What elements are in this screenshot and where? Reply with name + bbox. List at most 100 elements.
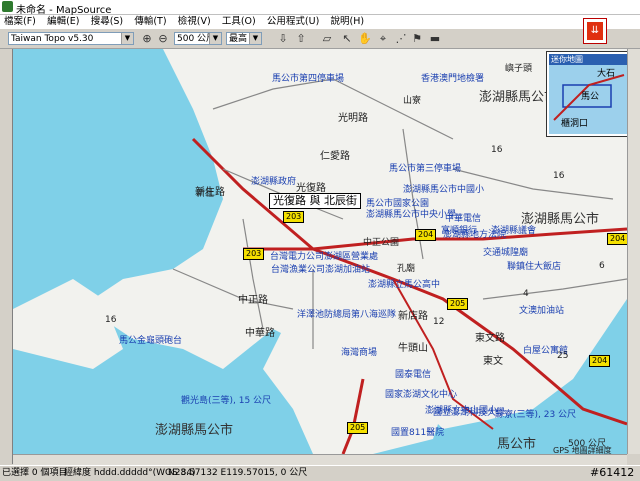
large-zoom-button[interactable]: ⇊ [583,18,607,44]
poi-label: 澎湖縣馬公市中國小 [403,185,485,195]
zoom-in-icon[interactable]: ⊕ [140,32,154,46]
mini-map-label: 馬公 [581,92,600,102]
spot-height: 16 [553,171,565,181]
mini-map-label: 櫃洞口 [561,119,589,129]
poi-label: 馬公市第四停車場 [272,74,345,84]
menu-utilities[interactable]: 公用程式(U) [263,15,323,29]
poi-label: 馬公金龜頭砲台 [119,336,183,346]
mini-map-title: 迷你地圖 [549,54,629,65]
vertical-scrollbar[interactable] [627,49,640,454]
place-label: 中正公園 [363,238,400,248]
poi-label: 國家澎湖文化中心 [385,390,458,400]
poi-label: 觀光島(三等), 15 公尺 [181,396,272,406]
horizontal-scrollbar[interactable] [13,454,627,465]
spot-height: 25 [557,351,569,361]
product-select[interactable]: Taiwan Topo v5.30 ▼ [8,32,134,45]
route-shield: 204 [607,233,627,245]
spot-height: 4 [523,289,529,299]
road-label: 新店路 [398,311,428,322]
chevron-down-icon[interactable]: ▼ [121,33,133,44]
menu-view[interactable]: 檢視(V) [174,15,215,29]
menu-edit[interactable]: 編輯(E) [43,15,83,29]
watermark: #61412 [590,466,635,479]
area-label: 馬公市 [497,437,537,452]
menu-transfer[interactable]: 傳輸(T) [130,15,170,29]
detail-select-value: 最高 [229,34,248,44]
toolbar: Taiwan Topo v5.30 ▼ ⊕ ⊖ 500 公尺 ▼ 最高 ▼ ⇩ … [0,30,640,49]
window-title: 未命名 - MapSource [16,5,112,16]
receive-from-device-icon[interactable]: ⇩ [276,32,290,46]
route-shield: 203 [283,211,305,223]
spot-height: 6 [599,261,605,271]
measure-tool-icon[interactable]: ▬ [428,32,442,46]
map-tool-icon[interactable]: ▱ [320,32,334,46]
map-canvas[interactable]: 澎湖縣馬公市 澎湖縣馬公市 澎湖縣馬公市 馬公市 嶼子頭 光復路 光明路 仁愛路… [13,49,627,454]
menu-file[interactable]: 檔案(F) [0,15,40,29]
spot-height: 12 [433,317,445,327]
poi-label: 聯鎮住大飯店 [507,262,562,272]
waypoint-tool-icon[interactable]: ⌖ [376,32,390,46]
mini-map-label: 大石 [597,69,616,79]
chevron-down-icon[interactable]: ▼ [249,33,261,44]
hand-tool-icon[interactable]: ✋ [358,32,372,46]
poi-label: 洋澤池防總局第八海巡隊 [297,310,397,320]
spot-height: 16 [105,315,117,325]
route-shield: 205 [347,422,369,434]
status-coordinates: N23.57132 E119.57015, 0 公尺 [168,468,308,478]
select-tool-icon[interactable]: ↖ [340,32,354,46]
place-label: 嶼子頭 [505,64,533,74]
menu-help[interactable]: 說明(H) [326,15,368,29]
area-label: 澎湖縣馬公市 [155,423,234,438]
poi-label: 澎湖縣立中山國小 [425,406,498,416]
poi-label: 澎湖縣政府 [251,177,297,187]
place-label: 山寮 [403,96,422,106]
poi-label: 交通城隍廟 [483,248,529,258]
route-shield: 204 [415,229,437,241]
road-label: 光復路 [296,183,326,194]
route-shield: 203 [243,248,265,260]
flag-tool-icon[interactable]: ⚑ [410,32,424,46]
road-label: 東文路 [475,333,505,344]
poi-label: 馬公市第三停車場 [389,164,462,174]
spot-height: 16 [491,145,503,155]
road-label: 牛頭山 [398,343,428,354]
route-shield: 204 [589,355,611,367]
menu-search[interactable]: 搜尋(S) [87,15,127,29]
send-to-device-icon[interactable]: ⇧ [294,32,308,46]
menu-bar: 檔案(F) 編輯(E) 搜尋(S) 傳輸(T) 檢視(V) 工具(O) 公用程式… [0,15,640,29]
map-tooltip: 光復路 與 北辰街 [269,193,361,209]
place-label: 新社 [196,189,215,199]
double-chevron-down-icon: ⇊ [587,22,603,40]
product-select-value: Taiwan Topo v5.30 [11,34,94,44]
road-label: 中華路 [245,328,275,339]
zoom-out-icon[interactable]: ⊖ [156,32,170,46]
road-label: 中正路 [238,295,268,306]
poi-label: 香港澳門地檢署 [421,74,485,84]
title-bar: 未命名 - MapSource [0,0,640,16]
road-label: 光明路 [338,113,368,124]
detail-select[interactable]: 最高 ▼ [226,32,262,45]
app-icon [2,1,13,12]
poi-label: 國置811醫院 [391,428,445,438]
mini-map[interactable]: 迷你地圖 大石 馬公 櫃洞口 [546,51,632,137]
poi-label: 海灣商場 [341,348,378,358]
poi-label: 澎湖縣馬公市中央小學 [366,210,457,220]
poi-label: 國泰電信 [395,370,432,380]
status-selection: 已選擇 0 個項目 [2,468,68,478]
area-label: 澎湖縣馬公市 [479,90,558,105]
route-tool-icon[interactable]: ⋰ [394,32,408,46]
poi-label: 台灣電力公司澎湖區營業處 [270,252,379,262]
poi-label: 台灣漁業公司澎湖加油站 [271,265,371,275]
scale-select[interactable]: 500 公尺 ▼ [174,32,222,45]
poi-label: 澎湖縣立馬公高中 [368,280,441,290]
poi-label: 文澳加油站 [519,306,565,316]
status-bar: 已選擇 0 個項目 經緯度 hddd.ddddd°(WGS 84) N23.57… [0,465,640,481]
poi-label: 鯨寮(三等), 23 公尺 [495,410,577,420]
left-panel-gutter[interactable] [0,49,13,464]
poi-label: 澎湖縣議會 [491,226,537,236]
menu-tools[interactable]: 工具(O) [218,15,260,29]
map-credit: GPS 地圖詳細度 [553,446,612,454]
place-label: 孔廟 [397,264,416,274]
chevron-down-icon[interactable]: ▼ [209,33,221,44]
route-shield: 205 [447,298,469,310]
